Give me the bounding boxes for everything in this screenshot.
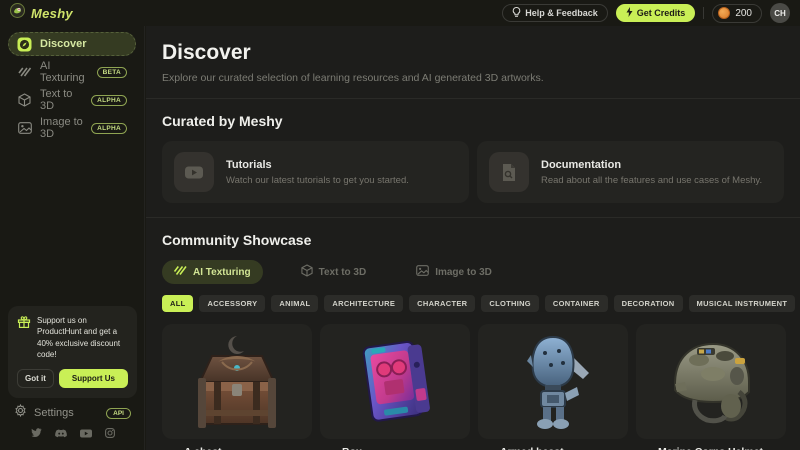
showcase-item-box[interactable]: KN Box Knight42 — [320, 324, 470, 450]
model-thumbnail-marine-helmet — [636, 324, 786, 439]
coin-icon — [718, 7, 730, 19]
topbar-divider — [703, 7, 704, 19]
curated-card-title: Tutorials — [226, 159, 409, 171]
showcase-heading: Community Showcase — [162, 232, 784, 248]
gear-icon — [14, 404, 27, 422]
tab-label: Text to 3D — [319, 267, 367, 278]
image-icon — [416, 265, 429, 279]
category-filters: ALL ACCESSORY ANIMAL ARCHITECTURE CHARAC… — [162, 295, 784, 312]
model-thumbnail-armed-beast — [478, 324, 628, 439]
model-title: Box — [342, 446, 376, 450]
main-content: Discover Explore our curated selection o… — [146, 26, 800, 450]
cube-icon — [301, 264, 313, 280]
youtube-icon[interactable] — [80, 425, 92, 443]
topbar: Meshy Help & Feedback Get Credits 200 CH — [0, 0, 800, 26]
sidebar-item-label: Image to 3D — [40, 116, 83, 140]
filter-chip-clothing[interactable]: CLOTHING — [481, 295, 539, 312]
filter-chip-animal[interactable]: ANIMAL — [271, 295, 318, 312]
page-subtitle: Explore our curated selection of learnin… — [162, 72, 784, 84]
showcase-tabs: AI Texturing Text to 3D Image to 3D — [162, 259, 784, 285]
meshy-logo-icon — [10, 3, 25, 23]
api-badge: API — [106, 408, 131, 419]
alpha-badge: ALPHA — [91, 123, 127, 134]
document-search-icon — [489, 152, 529, 192]
credits-count: 200 — [735, 8, 752, 19]
help-feedback-label: Help & Feedback — [525, 8, 598, 18]
sidebar-item-discover[interactable]: Discover — [8, 32, 136, 56]
model-title: Marine Corps Helmet — [658, 446, 763, 450]
youtube-play-icon — [174, 152, 214, 192]
lightning-icon — [626, 7, 633, 19]
support-message: Support us on ProductHunt and get a 40% … — [37, 315, 128, 361]
alpha-badge: ALPHA — [91, 95, 127, 106]
filter-chip-character[interactable]: CHARACTER — [409, 295, 475, 312]
social-links — [0, 425, 145, 443]
support-us-button[interactable]: Support Us — [59, 369, 128, 388]
showcase-grid: HA A chest Hannah — [162, 324, 784, 450]
compass-icon — [17, 37, 32, 52]
get-credits-button[interactable]: Get Credits — [616, 4, 696, 22]
sidebar-item-settings[interactable]: Settings API — [8, 404, 137, 422]
producthunt-support-card: Support us on ProductHunt and get a 40% … — [8, 306, 137, 398]
sidebar-item-text-to-3d[interactable]: Text to 3D ALPHA — [8, 88, 136, 112]
filter-chip-decoration[interactable]: DECORATION — [614, 295, 683, 312]
model-title: A chest — [184, 446, 222, 450]
user-avatar[interactable]: CH — [770, 3, 790, 23]
sidebar-item-label: AI Texturing — [40, 60, 89, 84]
filter-chip-container[interactable]: CONTAINER — [545, 295, 608, 312]
settings-label: Settings — [34, 407, 74, 419]
model-title: Armed beast — [500, 446, 564, 450]
filter-chip-architecture[interactable]: ARCHITECTURE — [324, 295, 403, 312]
curated-card-description: Read about all the features and use case… — [541, 175, 762, 186]
app-title: Meshy — [31, 6, 73, 21]
curated-card-title: Documentation — [541, 159, 762, 171]
credits-balance[interactable]: 200 — [712, 4, 762, 23]
texture-stripes-icon — [174, 265, 187, 279]
got-it-button[interactable]: Got it — [17, 369, 54, 388]
model-thumbnail-chest — [162, 324, 312, 439]
tab-text-to-3d[interactable]: Text to 3D — [289, 259, 379, 285]
section-divider — [146, 98, 800, 99]
help-feedback-button[interactable]: Help & Feedback — [502, 4, 608, 22]
documentation-card[interactable]: Documentation Read about all the feature… — [477, 141, 784, 203]
filter-chip-all[interactable]: ALL — [162, 295, 193, 312]
filter-chip-musical-instrument[interactable]: MUSICAL INSTRUMENT — [689, 295, 796, 312]
cube-icon — [17, 93, 32, 108]
tab-image-to-3d[interactable]: Image to 3D — [404, 260, 504, 284]
sidebar: Discover AI Texturing BETA Text to 3D AL… — [0, 26, 145, 450]
tab-ai-texturing[interactable]: AI Texturing — [162, 260, 263, 284]
sidebar-item-label: Discover — [40, 38, 86, 50]
beta-badge: BETA — [97, 67, 127, 78]
sidebar-item-ai-texturing[interactable]: AI Texturing BETA — [8, 60, 136, 84]
app-logo[interactable]: Meshy — [10, 3, 73, 23]
tab-label: Image to 3D — [435, 267, 492, 278]
image-icon — [17, 121, 32, 136]
page-title: Discover — [162, 41, 784, 65]
tab-label: AI Texturing — [193, 267, 251, 278]
showcase-item-chest[interactable]: HA A chest Hannah — [162, 324, 312, 450]
tutorials-card[interactable]: Tutorials Watch our latest tutorials to … — [162, 141, 469, 203]
instagram-icon[interactable] — [105, 425, 115, 443]
texture-stripes-icon — [17, 65, 32, 80]
gift-icon — [17, 315, 31, 361]
showcase-item-marine-helmet[interactable]: PR Marine Corps Helmet Proton — [636, 324, 786, 450]
showcase-item-armed-beast[interactable]: AV Armed beast AVAR — [478, 324, 628, 450]
lightbulb-icon — [512, 7, 521, 19]
get-credits-label: Get Credits — [637, 8, 686, 18]
sidebar-item-label: Text to 3D — [40, 88, 83, 112]
sidebar-item-image-to-3d[interactable]: Image to 3D ALPHA — [8, 116, 136, 140]
curated-heading: Curated by Meshy — [162, 113, 784, 129]
discord-icon[interactable] — [55, 425, 67, 443]
curated-card-description: Watch our latest tutorials to get you st… — [226, 175, 409, 186]
filter-chip-accessory[interactable]: ACCESSORY — [199, 295, 265, 312]
section-divider — [146, 217, 800, 218]
model-thumbnail-box — [320, 324, 470, 439]
twitter-icon[interactable] — [31, 425, 42, 443]
